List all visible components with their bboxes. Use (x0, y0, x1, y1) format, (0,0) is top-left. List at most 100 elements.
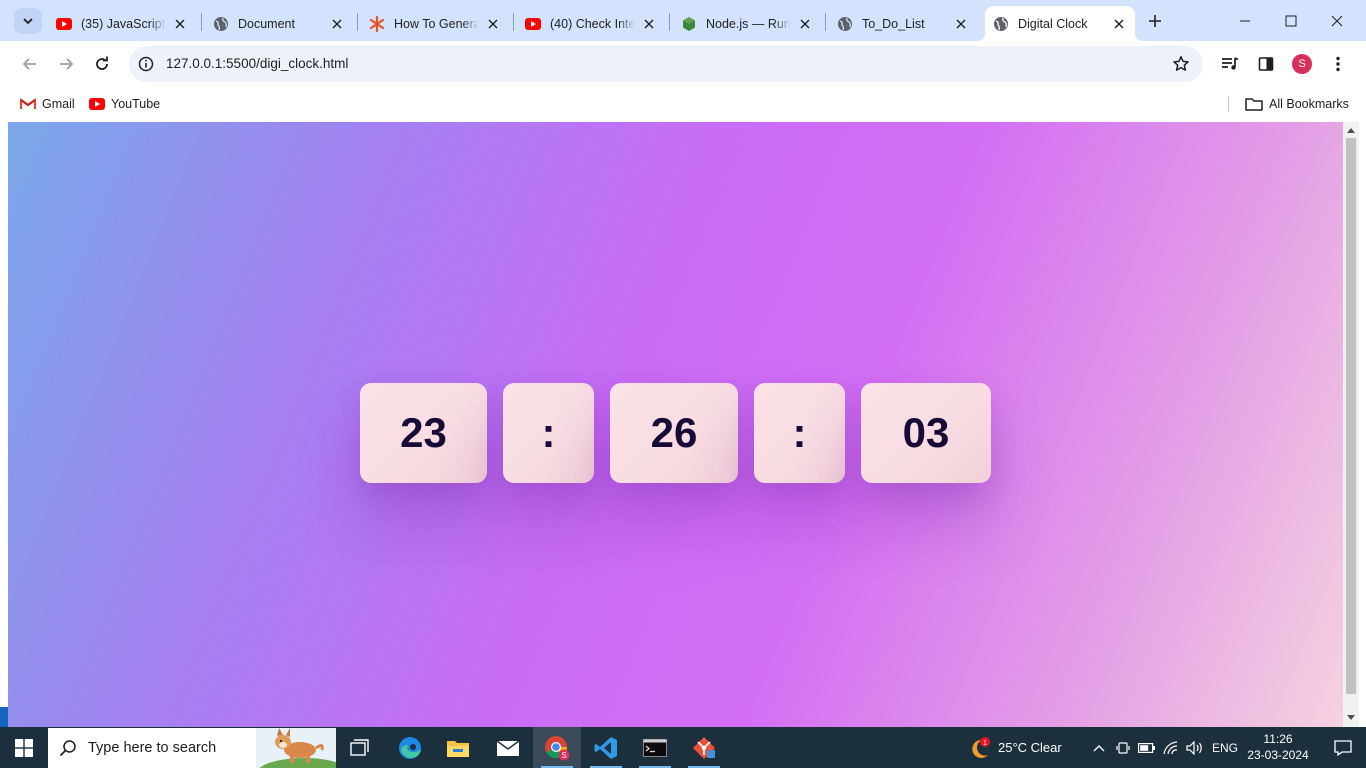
tab-title: Node.js — Run (706, 16, 791, 31)
tab-strip: (35) JavaScript E Document How To Genera… (0, 0, 1366, 41)
weather-badge: 1 (983, 740, 987, 747)
scroll-down-arrow-icon[interactable] (1347, 714, 1355, 722)
address-bar[interactable]: 127.0.0.1:5500/digi_clock.html (129, 46, 1203, 82)
scrollbar-thumb[interactable] (1346, 138, 1356, 694)
forward-button[interactable] (52, 50, 80, 78)
reload-button[interactable] (88, 50, 116, 78)
folder-icon (1245, 96, 1263, 112)
all-bookmarks-label: All Bookmarks (1269, 97, 1349, 111)
url-text[interactable]: 127.0.0.1:5500/digi_clock.html (166, 56, 348, 71)
chevron-down-icon (23, 18, 33, 25)
globe-icon (213, 16, 229, 32)
tab-search-button[interactable] (14, 8, 42, 34)
taskbar-search-box[interactable]: Type here to search (48, 728, 336, 768)
globe-icon (993, 16, 1009, 32)
close-icon[interactable] (641, 16, 657, 32)
all-bookmarks-button[interactable]: All Bookmarks (1245, 94, 1349, 114)
tab-digital-clock[interactable]: Digital Clock (977, 6, 1143, 41)
maximize-button[interactable] (1268, 0, 1314, 41)
chrome-icon: S (545, 735, 570, 760)
show-hidden-icons-icon[interactable] (1088, 727, 1110, 768)
close-window-button[interactable] (1314, 0, 1360, 41)
tab-title: (35) JavaScript E (81, 16, 166, 31)
windows-taskbar: Type here to search S 1 25°C Clear ENG 1… (0, 727, 1366, 768)
wifi-icon[interactable] (1160, 727, 1182, 768)
bookmark-label: YouTube (111, 97, 161, 111)
clock-separator: : (754, 383, 845, 483)
media-queue-icon (1222, 57, 1239, 70)
media-controls-button[interactable] (1216, 50, 1244, 78)
taskbar-terminal[interactable] (631, 727, 679, 768)
tab-check-internet[interactable]: (40) Check Inter (517, 6, 665, 41)
tab-to-do-list[interactable]: To_Do_List (829, 6, 977, 41)
meet-now-icon[interactable] (1112, 727, 1134, 768)
git-icon (693, 736, 715, 759)
tab-divider (513, 13, 514, 31)
language-indicator[interactable]: ENG (1212, 727, 1238, 768)
mail-icon (496, 739, 520, 756)
taskbar-vscode[interactable] (582, 727, 630, 768)
search-placeholder: Type here to search (88, 740, 217, 756)
youtube-icon (56, 16, 72, 32)
taskbar-git[interactable] (680, 727, 728, 768)
tab-document[interactable]: Document (205, 6, 353, 41)
volume-icon[interactable] (1184, 727, 1206, 768)
taskbar-file-explorer[interactable] (434, 727, 482, 768)
clock-hours: 23 (360, 383, 487, 483)
window-right-edge (1359, 122, 1366, 727)
taskbar-edge[interactable] (386, 727, 434, 768)
site-info-icon[interactable] (135, 53, 157, 75)
clock-seconds: 03 (861, 383, 991, 483)
new-tab-button[interactable] (1143, 9, 1167, 33)
tab-how-to-generate[interactable]: How To Generat (361, 6, 509, 41)
close-icon[interactable] (953, 16, 969, 32)
vertical-scrollbar[interactable] (1343, 122, 1359, 727)
taskbar-chrome[interactable]: S (533, 727, 581, 768)
bookmarks-bar: Gmail YouTube All Bookmarks (0, 87, 1366, 122)
folder-icon (447, 740, 469, 757)
chrome-menu-button[interactable] (1324, 50, 1352, 78)
minimize-button[interactable] (1222, 0, 1268, 41)
start-button[interactable] (0, 727, 48, 768)
side-panel-button[interactable] (1252, 50, 1280, 78)
youtube-icon (89, 96, 105, 112)
close-icon[interactable] (172, 16, 188, 32)
page-viewport: 23 : 26 : 03 (8, 122, 1343, 727)
bookmarks-divider (1228, 96, 1229, 112)
bookmark-star-icon[interactable] (1171, 54, 1191, 74)
search-highlight-dog-icon (256, 728, 336, 768)
taskbar-time: 11:26 (1263, 732, 1293, 746)
close-icon[interactable] (797, 16, 813, 32)
weather-text[interactable]: 25°C Clear (998, 727, 1062, 768)
tab-nodejs[interactable]: Node.js — Run (673, 6, 821, 41)
tab-javascript[interactable]: (35) JavaScript E (48, 6, 196, 41)
profile-button[interactable]: S (1288, 50, 1316, 78)
task-view-button[interactable] (336, 727, 384, 768)
minimize-icon (1240, 20, 1250, 21)
back-button[interactable] (16, 50, 44, 78)
close-icon[interactable] (1111, 16, 1127, 32)
nodejs-icon (681, 16, 697, 32)
browser-toolbar: 127.0.0.1:5500/digi_clock.html S (0, 41, 1366, 87)
taskbar-mail[interactable] (484, 727, 532, 768)
tab-title: Document (238, 16, 295, 31)
close-icon[interactable] (329, 16, 345, 32)
arrow-right-icon (60, 58, 74, 70)
edge-icon (399, 736, 421, 759)
terminal-icon (643, 738, 667, 757)
globe-icon (837, 16, 853, 32)
maximize-icon (1285, 15, 1297, 26)
scroll-up-arrow-icon[interactable] (1347, 126, 1355, 134)
weather-icon[interactable]: 1 (966, 727, 992, 768)
avatar: S (1292, 54, 1312, 74)
notification-icon (1334, 739, 1352, 756)
bookmark-gmail[interactable]: Gmail (20, 94, 75, 114)
bookmark-youtube[interactable]: YouTube (89, 94, 160, 114)
close-icon[interactable] (485, 16, 501, 32)
kebab-menu-icon (1336, 56, 1340, 72)
task-view-icon (350, 738, 369, 756)
notification-center-button[interactable] (1320, 727, 1366, 768)
tab-title: How To Generat (394, 16, 479, 31)
taskbar-clock[interactable]: 11:26 23-03-2024 (1238, 731, 1318, 763)
battery-icon[interactable] (1136, 727, 1158, 768)
